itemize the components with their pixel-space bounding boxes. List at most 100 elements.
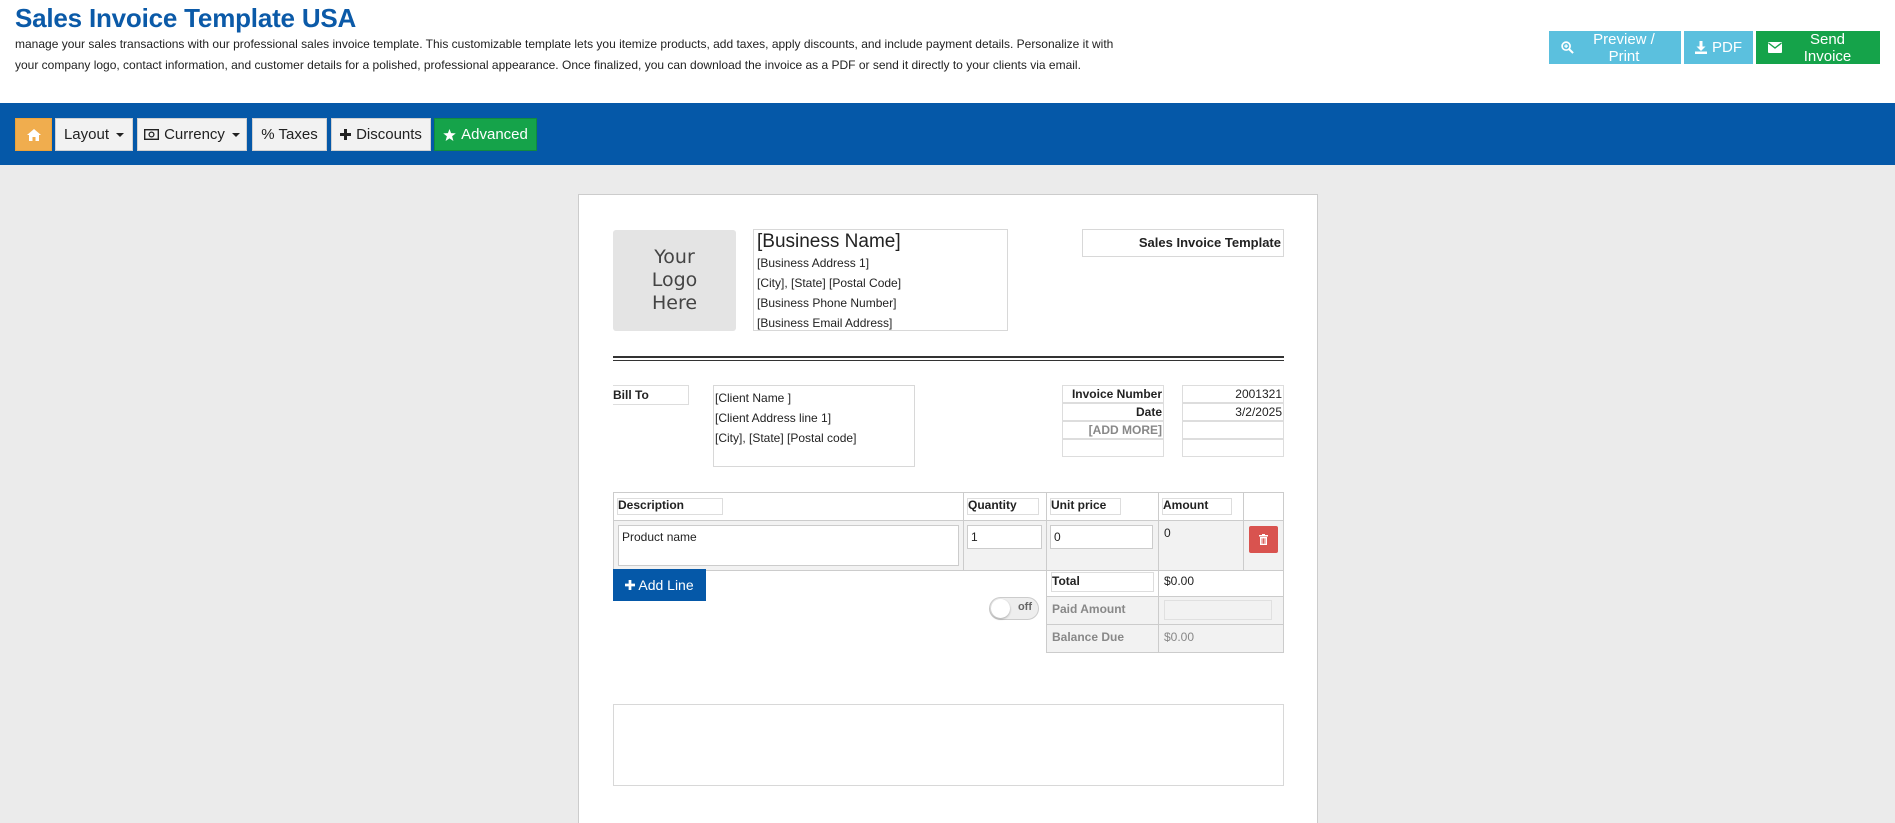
unit-price-input[interactable]: 0 bbox=[1050, 525, 1153, 549]
trash-icon bbox=[1259, 534, 1268, 545]
column-unit-price: Unit price bbox=[1047, 493, 1159, 520]
balance-due-label: Balance Due bbox=[1047, 625, 1159, 652]
cell-actions bbox=[1244, 521, 1283, 570]
column-amount: Amount bbox=[1159, 493, 1244, 520]
amount-value: 0 bbox=[1164, 526, 1171, 540]
client-info-field[interactable]: [Client Name ] [Client Address line 1] [… bbox=[713, 385, 915, 467]
header-divider bbox=[613, 356, 1284, 358]
cell-unit-price: 0 bbox=[1047, 521, 1159, 570]
discounts-button[interactable]: Discounts bbox=[331, 118, 431, 151]
table-row: Product name 1 0 0 bbox=[613, 521, 1284, 571]
layout-label: Layout bbox=[63, 126, 110, 143]
client-name: [Client Name ] bbox=[715, 391, 792, 405]
bill-to-label[interactable]: Bill To bbox=[613, 385, 689, 405]
total-value: $0.00 bbox=[1164, 574, 1195, 588]
description-input[interactable]: Product name bbox=[618, 525, 959, 566]
business-phone: [Business Phone Number] bbox=[757, 296, 897, 310]
paid-amount-row: Paid Amount bbox=[1046, 597, 1284, 625]
taxes-label: % Taxes bbox=[261, 126, 318, 143]
business-name: [Business Name] bbox=[757, 231, 901, 252]
send-invoice-label: Send Invoice bbox=[1803, 30, 1852, 65]
business-address: [Business Address 1] bbox=[757, 256, 870, 270]
preview-print-button[interactable]: Preview / Print bbox=[1549, 30, 1681, 65]
logo-upload-area[interactable]: Your Logo Here bbox=[613, 230, 736, 331]
date-field[interactable]: 3/2/2025 bbox=[1182, 403, 1284, 421]
delete-line-button[interactable] bbox=[1249, 526, 1278, 553]
page-description: manage your sales transactions with our … bbox=[15, 37, 1114, 72]
home-button[interactable] bbox=[15, 118, 52, 151]
invoice-number-label[interactable]: Invoice Number bbox=[1062, 385, 1164, 403]
money-icon bbox=[144, 129, 160, 140]
paid-amount-label: Paid Amount bbox=[1047, 597, 1159, 624]
header-edit-box bbox=[617, 498, 723, 515]
add-line-button[interactable]: Add Line bbox=[613, 569, 706, 601]
business-info-field[interactable]: [Business Name] [Business Address 1] [Ci… bbox=[753, 229, 1008, 331]
meta-row-empty bbox=[1062, 439, 1284, 457]
preview-print-label: Preview / Print bbox=[1593, 30, 1655, 65]
column-actions bbox=[1244, 493, 1283, 520]
invoice-number-field[interactable]: 2001321 bbox=[1182, 385, 1284, 403]
paid-amount-input[interactable] bbox=[1164, 600, 1272, 620]
column-quantity: Quantity bbox=[964, 493, 1047, 520]
extra-meta-value[interactable] bbox=[1182, 439, 1284, 457]
advanced-button[interactable]: Advanced bbox=[434, 118, 537, 151]
zoom-in-icon bbox=[1561, 41, 1574, 54]
toggle-knob bbox=[991, 599, 1010, 618]
pdf-download-button[interactable]: PDF bbox=[1684, 31, 1753, 64]
discounts-label: Discounts bbox=[356, 126, 422, 143]
plus-icon bbox=[340, 129, 352, 140]
layout-dropdown[interactable]: Layout bbox=[55, 118, 133, 151]
toggle-state-label: off bbox=[1017, 601, 1032, 613]
line-items-table: Description Quantity Unit price Amount P… bbox=[613, 492, 1284, 571]
quantity-input[interactable]: 1 bbox=[967, 525, 1042, 549]
home-icon bbox=[26, 128, 41, 141]
invoice-meta: Invoice Number 2001321 Date 3/2/2025 [AD… bbox=[1062, 385, 1284, 457]
meta-row-invoice-number: Invoice Number 2001321 bbox=[1062, 385, 1284, 403]
cell-description: Product name bbox=[614, 521, 964, 570]
download-icon bbox=[1695, 41, 1707, 54]
plus-icon bbox=[625, 580, 636, 590]
page-title: Sales Invoice Template USA bbox=[15, 3, 357, 33]
editor-toolbar: Layout Currency % Taxes Discounts Advanc… bbox=[0, 103, 1895, 165]
date-label[interactable]: Date bbox=[1062, 403, 1164, 421]
balance-due-value: $0.00 bbox=[1159, 625, 1283, 652]
add-line-label: Add Line bbox=[638, 577, 694, 593]
extra-meta-value[interactable] bbox=[1182, 421, 1284, 439]
header-edit-box bbox=[967, 498, 1039, 515]
column-description: Description bbox=[614, 493, 964, 520]
notes-field[interactable] bbox=[613, 704, 1284, 786]
balance-due-row: Balance Due $0.00 bbox=[1046, 625, 1284, 653]
meta-row-add-more: [ADD MORE] bbox=[1062, 421, 1284, 439]
send-invoice-button[interactable]: Send Invoice bbox=[1756, 30, 1880, 65]
advanced-label: Advanced bbox=[461, 126, 528, 143]
pdf-label: PDF bbox=[1712, 39, 1742, 56]
add-more-field-link[interactable]: [ADD MORE] bbox=[1062, 421, 1164, 439]
invoice-document: Your Logo Here [Business Name] [Business… bbox=[578, 194, 1318, 823]
client-city-state: [City], [State] [Postal code] bbox=[715, 431, 857, 445]
header-edit-box bbox=[1162, 498, 1232, 515]
currency-dropdown[interactable]: Currency bbox=[137, 118, 247, 151]
currency-label: Currency bbox=[164, 126, 225, 143]
star-icon bbox=[443, 128, 456, 141]
business-city-state: [City], [State] [Postal Code] bbox=[757, 276, 902, 290]
business-email: [Business Email Address] bbox=[757, 316, 893, 330]
extra-meta-label[interactable] bbox=[1062, 439, 1164, 457]
total-row: Total $0.00 bbox=[1046, 569, 1284, 597]
taxes-button[interactable]: % Taxes bbox=[252, 118, 327, 151]
cell-quantity: 1 bbox=[964, 521, 1047, 570]
paid-amount-cell bbox=[1159, 597, 1283, 624]
header-divider-thin bbox=[613, 360, 1284, 361]
paid-amount-toggle[interactable]: off bbox=[989, 597, 1039, 620]
header-edit-box bbox=[1050, 498, 1121, 515]
meta-row-date: Date 3/2/2025 bbox=[1062, 403, 1284, 421]
logo-placeholder-text: Your Logo Here bbox=[651, 246, 698, 314]
caret-down-icon bbox=[231, 132, 240, 137]
cell-amount: 0 bbox=[1159, 521, 1244, 570]
envelope-icon bbox=[1768, 42, 1782, 53]
page-header: Sales Invoice Template USA manage your s… bbox=[0, 0, 1895, 103]
total-label[interactable]: Total bbox=[1052, 574, 1080, 588]
document-title-field[interactable]: Sales Invoice Template bbox=[1082, 229, 1284, 257]
caret-down-icon bbox=[116, 132, 125, 137]
client-address: [Client Address line 1] bbox=[715, 411, 832, 425]
table-header-row: Description Quantity Unit price Amount bbox=[613, 492, 1284, 521]
